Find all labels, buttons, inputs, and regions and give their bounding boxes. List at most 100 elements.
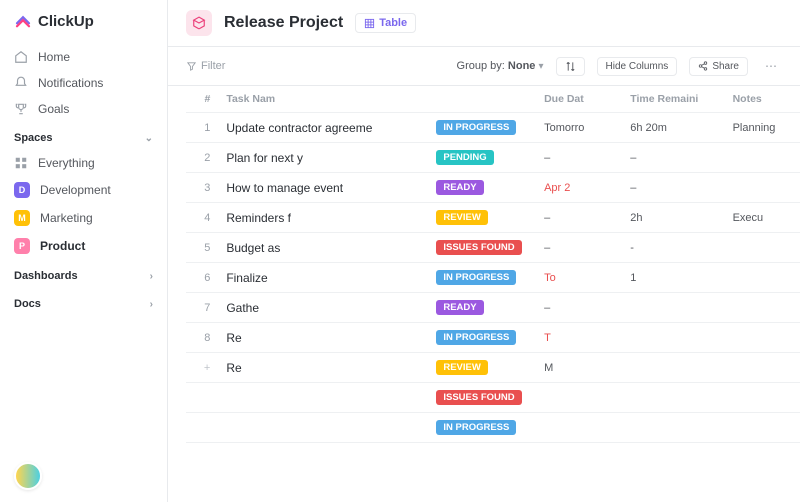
table-row[interactable]: 8 Re IN PROGRESS T: [186, 323, 800, 353]
cell-due-date[interactable]: To: [536, 263, 622, 293]
space-everything[interactable]: Everything: [0, 150, 167, 176]
cell-time-remaining[interactable]: 6h 20m: [622, 113, 724, 143]
cell-due-date[interactable]: Apr 2: [536, 173, 622, 203]
space-item-label: Product: [40, 239, 85, 253]
cell-task-name[interactable]: Plan for next y: [218, 143, 428, 173]
table-row[interactable]: + Re REVIEW M: [186, 353, 800, 383]
cell-index: 3: [186, 173, 218, 203]
table-row[interactable]: 6 Finalize IN PROGRESS To 1: [186, 263, 800, 293]
cell-time-remaining[interactable]: -: [622, 233, 724, 263]
view-table-badge[interactable]: Table: [355, 13, 416, 33]
cell-time-remaining[interactable]: 1: [622, 263, 724, 293]
cell-due-date[interactable]: T: [536, 323, 622, 353]
cell-task-name[interactable]: Update contractor agreeme: [218, 113, 428, 143]
cell-due-date[interactable]: –: [536, 233, 622, 263]
col-index[interactable]: #: [186, 86, 218, 113]
hide-columns-button[interactable]: Hide Columns: [597, 57, 678, 76]
cell-time-remaining[interactable]: –: [622, 173, 724, 203]
cell-status[interactable]: REVIEW: [428, 353, 536, 383]
cell-time-remaining[interactable]: [622, 323, 724, 353]
cell-status[interactable]: IN PROGRESS: [428, 413, 536, 443]
cell-due-date[interactable]: –: [536, 203, 622, 233]
cell-task-name[interactable]: Budget as: [218, 233, 428, 263]
cell-time-remaining[interactable]: [622, 383, 724, 413]
cell-notes[interactable]: [725, 233, 800, 263]
cell-notes[interactable]: [725, 173, 800, 203]
cell-notes[interactable]: Planning: [725, 113, 800, 143]
cell-due-date[interactable]: [536, 383, 622, 413]
cell-due-date[interactable]: M: [536, 353, 622, 383]
cell-status[interactable]: READY: [428, 293, 536, 323]
cell-status[interactable]: IN PROGRESS: [428, 263, 536, 293]
cell-due-date[interactable]: –: [536, 143, 622, 173]
table-row[interactable]: 3 How to manage event READY Apr 2 –: [186, 173, 800, 203]
sort-button[interactable]: [556, 57, 585, 76]
table-row[interactable]: 5 Budget as ISSUES FOUND – -: [186, 233, 800, 263]
cell-task-name[interactable]: How to manage event: [218, 173, 428, 203]
cell-notes[interactable]: [725, 293, 800, 323]
grid-icon: [14, 156, 28, 170]
cell-status[interactable]: IN PROGRESS: [428, 323, 536, 353]
cell-status[interactable]: REVIEW: [428, 203, 536, 233]
cell-task-name[interactable]: Finalize: [218, 263, 428, 293]
project-badge[interactable]: [186, 10, 212, 36]
nav-notifications[interactable]: Notifications: [0, 70, 167, 96]
cell-status[interactable]: PENDING: [428, 143, 536, 173]
cell-status[interactable]: ISSUES FOUND: [428, 233, 536, 263]
table-row[interactable]: IN PROGRESS: [186, 413, 800, 443]
cell-due-date[interactable]: –: [536, 293, 622, 323]
cell-notes[interactable]: [725, 323, 800, 353]
cell-time-remaining[interactable]: [622, 353, 724, 383]
cell-notes[interactable]: [725, 413, 800, 443]
user-avatar-cluster[interactable]: [0, 462, 167, 490]
space-item-development[interactable]: DDevelopment: [0, 176, 167, 204]
share-button[interactable]: Share: [689, 57, 748, 76]
table-row[interactable]: ISSUES FOUND: [186, 383, 800, 413]
table-row[interactable]: 4 Reminders f REVIEW – 2h Execu: [186, 203, 800, 233]
cell-time-remaining[interactable]: –: [622, 143, 724, 173]
cell-due-date[interactable]: [536, 413, 622, 443]
share-label: Share: [712, 61, 739, 72]
group-by-dropdown[interactable]: Group by: None ▾: [457, 60, 544, 72]
col-task-name[interactable]: Task Nam: [218, 86, 428, 113]
group-by-label: Group by:: [457, 60, 505, 72]
cell-notes[interactable]: [725, 263, 800, 293]
cell-status[interactable]: READY: [428, 173, 536, 203]
cell-status[interactable]: IN PROGRESS: [428, 113, 536, 143]
dashboards-nav[interactable]: Dashboards ›: [0, 260, 167, 288]
cell-task-name[interactable]: Re: [218, 353, 428, 383]
chevron-down-icon: ▾: [538, 61, 543, 72]
col-notes[interactable]: Notes: [725, 86, 800, 113]
table-row[interactable]: 2 Plan for next y PENDING – –: [186, 143, 800, 173]
table-row[interactable]: 7 Gathe READY –: [186, 293, 800, 323]
cell-notes[interactable]: [725, 353, 800, 383]
cell-task-name[interactable]: [218, 383, 428, 413]
cell-status[interactable]: ISSUES FOUND: [428, 383, 536, 413]
cell-task-name[interactable]: Gathe: [218, 293, 428, 323]
cell-task-name[interactable]: [218, 413, 428, 443]
col-due-date[interactable]: Due Dat: [536, 86, 622, 113]
cell-time-remaining[interactable]: 2h: [622, 203, 724, 233]
table-scroll[interactable]: # Task Nam Due Dat Time Remaini Notes 1 …: [168, 86, 800, 443]
col-time-remaining[interactable]: Time Remaini: [622, 86, 724, 113]
nav-goals[interactable]: Goals: [0, 96, 167, 122]
cell-task-name[interactable]: Reminders f: [218, 203, 428, 233]
filter-button[interactable]: Filter: [186, 60, 225, 72]
docs-nav[interactable]: Docs ›: [0, 288, 167, 316]
table-row[interactable]: 1 Update contractor agreeme IN PROGRESS …: [186, 113, 800, 143]
spaces-header[interactable]: Spaces ⌄: [0, 122, 167, 150]
cell-time-remaining[interactable]: [622, 413, 724, 443]
space-item-product[interactable]: PProduct: [0, 232, 167, 260]
col-status[interactable]: [428, 86, 536, 113]
cell-notes[interactable]: Execu: [725, 203, 800, 233]
brand-logo[interactable]: ClickUp: [0, 12, 167, 44]
cell-task-name[interactable]: Re: [218, 323, 428, 353]
space-item-marketing[interactable]: MMarketing: [0, 204, 167, 232]
cell-notes[interactable]: [725, 143, 800, 173]
cell-due-date[interactable]: Tomorro: [536, 113, 622, 143]
more-menu-button[interactable]: ⋯: [760, 55, 782, 77]
nav-home[interactable]: Home: [0, 44, 167, 70]
cell-notes[interactable]: [725, 383, 800, 413]
cell-time-remaining[interactable]: [622, 293, 724, 323]
cube-icon: [192, 16, 206, 30]
